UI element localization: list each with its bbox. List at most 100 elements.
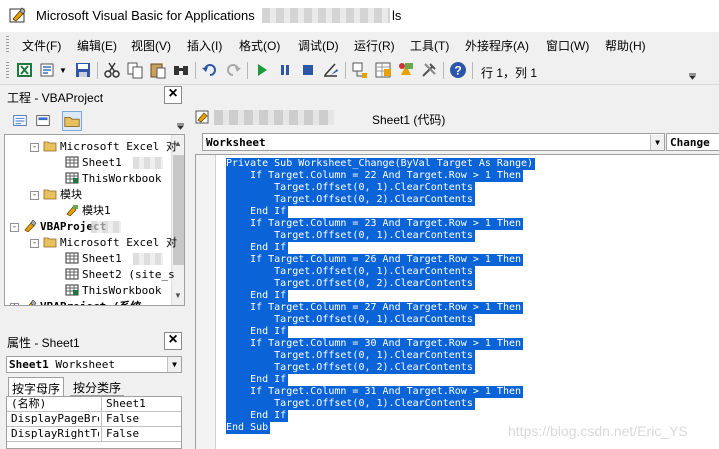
code-line[interactable]: Target.Offset(0, 1).ClearContents	[226, 182, 475, 194]
property-value[interactable]: Sheet1	[101, 397, 181, 411]
code-line[interactable]: If Target.Column = 23 And Target.Row > 1…	[226, 218, 524, 230]
menu-file[interactable]: 文件(F)	[22, 37, 61, 54]
object-browser-icon[interactable]	[397, 61, 415, 79]
code-line[interactable]: If Target.Column = 30 And Target.Row > 1…	[226, 338, 524, 350]
object-select[interactable]: Worksheet ▼	[202, 133, 665, 151]
excel-icon[interactable]	[16, 61, 34, 79]
code-line[interactable]: Target.Offset(0, 2).ClearContents	[226, 362, 475, 374]
run-icon[interactable]	[253, 61, 271, 79]
menu-grip[interactable]	[6, 36, 9, 53]
code-editor[interactable]: Private Sub Worksheet_Change(ByVal Targe…	[195, 154, 719, 449]
chevron-down-icon[interactable]: ▼	[650, 135, 664, 150]
code-line[interactable]: End If	[226, 290, 289, 302]
tree-node[interactable]: Microsoft Excel 对	[43, 139, 177, 155]
redo-icon[interactable]	[224, 61, 242, 79]
properties-object-name: Sheet1	[9, 358, 49, 371]
menu-insert[interactable]: 插入(I)	[187, 37, 222, 54]
properties-window-icon[interactable]	[374, 61, 392, 79]
project-explorer-icon[interactable]	[351, 61, 369, 79]
code-line[interactable]: End If	[226, 326, 289, 338]
find-icon[interactable]	[172, 61, 190, 79]
chevron-down-icon[interactable]: ▼	[59, 66, 68, 84]
property-row[interactable]: DisplayPageBre False	[7, 412, 181, 427]
expand-icon[interactable]: +	[10, 303, 19, 305]
tree-node[interactable]: VBAProject (系统	[23, 299, 141, 305]
code-line[interactable]: Target.Offset(0, 1).ClearContents	[226, 350, 475, 362]
code-line[interactable]: Target.Offset(0, 1).ClearContents	[226, 266, 475, 278]
properties-object-select[interactable]: Sheet1 Worksheet ▼	[6, 356, 182, 373]
tab-categorized[interactable]: 按分类序	[70, 377, 125, 396]
menu-window[interactable]: 窗口(W)	[546, 37, 589, 54]
menu-debug[interactable]: 调试(D)	[298, 37, 339, 54]
close-properties-pane-button[interactable]: ×	[164, 332, 182, 350]
code-line[interactable]: Target.Offset(0, 1).ClearContents	[226, 314, 475, 326]
collapse-icon[interactable]: -	[30, 191, 39, 200]
code-line[interactable]: If Target.Column = 22 And Target.Row > 1…	[226, 170, 524, 182]
redacted-area	[133, 157, 163, 169]
help-icon[interactable]: ?	[449, 61, 467, 79]
toolbar-separator	[345, 62, 346, 79]
tree-node[interactable]: Sheet2 (site_s	[65, 267, 175, 283]
property-row[interactable]: DisplayRightTo False	[7, 427, 181, 442]
tree-node[interactable]: 模块	[43, 187, 82, 203]
project-toolbar-overflow-icon[interactable]	[176, 111, 185, 131]
toggle-folders-icon[interactable]	[62, 111, 82, 131]
tree-node[interactable]: 模块1	[65, 203, 111, 219]
procedure-select[interactable]: Change	[666, 133, 719, 151]
tree-node[interactable]: Sheet1	[65, 155, 122, 171]
tree-node[interactable]: ThisWorkbook	[65, 283, 161, 299]
insert-module-icon[interactable]	[39, 61, 57, 79]
menu-format[interactable]: 格式(O)	[239, 37, 280, 54]
break-icon[interactable]	[276, 61, 294, 79]
tree-node[interactable]: Sheet1	[65, 251, 122, 267]
code-line[interactable]: Target.Offset(0, 1).ClearContents	[226, 398, 475, 410]
close-project-pane-button[interactable]: ×	[164, 86, 182, 104]
code-line[interactable]: End If	[226, 206, 289, 218]
save-icon[interactable]	[74, 61, 92, 79]
menu-run[interactable]: 运行(R)	[354, 37, 395, 54]
property-value[interactable]: False	[101, 427, 181, 441]
toolbox-icon[interactable]	[420, 61, 438, 79]
code-line[interactable]: End If	[226, 410, 289, 422]
toolbar-options-icon[interactable]	[688, 61, 697, 81]
tab-alphabetic[interactable]: 按字母序	[8, 377, 65, 396]
code-line[interactable]: End Sub	[226, 422, 271, 434]
cut-icon[interactable]	[103, 61, 121, 79]
tree-node[interactable]: Microsoft Excel 对	[43, 235, 177, 251]
menu-view[interactable]: 视图(V)	[131, 37, 171, 54]
tree-node-label: Sheet2 (site_s	[82, 268, 175, 281]
code-line[interactable]: Target.Offset(0, 1).ClearContents	[226, 230, 475, 242]
chevron-down-icon[interactable]: ▼	[167, 357, 181, 372]
code-line[interactable]: If Target.Column = 31 And Target.Row > 1…	[226, 386, 524, 398]
code-line[interactable]: Target.Offset(0, 2).ClearContents	[226, 278, 475, 290]
toolbar-separator	[247, 62, 248, 79]
tree-node[interactable]: ThisWorkbook	[65, 171, 161, 187]
undo-icon[interactable]	[201, 61, 219, 79]
paste-icon[interactable]	[149, 61, 167, 79]
property-value[interactable]: False	[101, 412, 181, 426]
menu-tools[interactable]: 工具(T)	[410, 37, 449, 54]
code-line[interactable]: End If	[226, 374, 289, 386]
menu-help[interactable]: 帮助(H)	[605, 37, 646, 54]
code-line[interactable]: End If	[226, 242, 289, 254]
view-code-icon[interactable]	[10, 111, 30, 131]
project-tree[interactable]: ▲ ▼ - Microsoft Excel 对 Sheet1 ThisWorkbook…	[4, 134, 185, 306]
margin-indicator-bar[interactable]	[196, 155, 216, 449]
design-mode-icon[interactable]	[322, 61, 340, 79]
scroll-down-icon[interactable]: ▼	[174, 291, 182, 300]
code-line[interactable]: If Target.Column = 26 And Target.Row > 1…	[226, 254, 524, 266]
menu-edit[interactable]: 编辑(E)	[77, 37, 117, 54]
toolbar-grip[interactable]	[6, 62, 9, 80]
collapse-icon[interactable]: -	[30, 239, 39, 248]
collapse-icon[interactable]: -	[30, 143, 39, 152]
code-line[interactable]: If Target.Column = 27 And Target.Row > 1…	[226, 302, 524, 314]
property-row[interactable]: (名称) Sheet1	[7, 397, 181, 412]
collapse-icon[interactable]: -	[10, 223, 19, 232]
menu-addins[interactable]: 外接程序(A)	[465, 37, 529, 54]
code-line[interactable]: Private Sub Worksheet_Change(ByVal Targe…	[226, 158, 536, 170]
view-object-icon[interactable]	[33, 111, 53, 131]
reset-icon[interactable]	[299, 61, 317, 79]
tree-node-label: Sheet1	[82, 252, 122, 265]
code-line[interactable]: Target.Offset(0, 2).ClearContents	[226, 194, 475, 206]
copy-icon[interactable]	[126, 61, 144, 79]
